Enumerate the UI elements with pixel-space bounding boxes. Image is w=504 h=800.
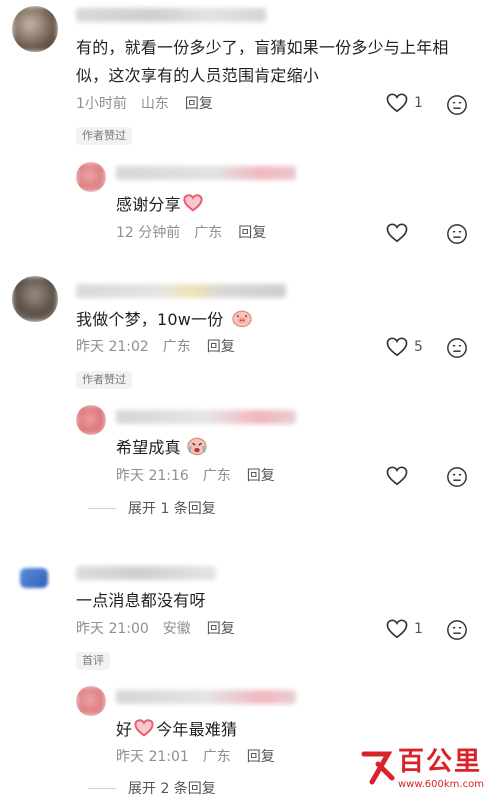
comment-location: 山东	[140, 96, 169, 112]
author-liked-badge: 作者赞过	[76, 371, 132, 389]
heart-outline-icon	[386, 337, 408, 357]
comment-meta: 昨天 21:02 广东 回复	[76, 339, 235, 355]
comment-meta: 1小时前 山东 回复	[76, 95, 227, 113]
avatar[interactable]	[12, 556, 56, 600]
brand-logo-icon	[361, 751, 395, 785]
reply-text: 感谢分享	[116, 191, 203, 219]
like-count: 1	[414, 95, 423, 111]
like-button[interactable]: 5	[386, 337, 423, 357]
comment-text: 我做个梦，10w一份	[76, 306, 253, 334]
heart-emoji-icon	[183, 194, 203, 212]
username-blurred[interactable]	[76, 284, 286, 298]
reply-button[interactable]: 回复	[247, 749, 275, 765]
heart-outline-icon	[386, 619, 408, 639]
reply-meta: 12 分钟前 广东 回复	[116, 225, 267, 241]
dislike-face-icon[interactable]	[446, 619, 468, 641]
expand-replies-button[interactable]: 展开 2 条回复	[88, 778, 216, 798]
reply-button[interactable]: 回复	[238, 225, 266, 241]
dislike-face-icon[interactable]	[446, 337, 468, 359]
comment-text: 有的，就看一份多少了，盲猜如果一份多少与上年相似，这次享有的人员范围肯定缩小	[76, 38, 449, 85]
brand-name: 百公里	[398, 747, 483, 777]
dislike-face-icon[interactable]	[446, 94, 468, 116]
like-button[interactable]: 1	[386, 93, 423, 113]
reply-username-blurred[interactable]	[116, 410, 296, 424]
reply-username-blurred[interactable]	[116, 166, 296, 180]
like-button[interactable]: 1	[386, 619, 423, 639]
comment-text: 一点消息都没有呀	[76, 591, 206, 610]
reply-avatar[interactable]	[76, 162, 106, 192]
reply-text: 希望成真	[116, 434, 208, 462]
dislike-face-icon[interactable]	[446, 223, 468, 245]
author-liked-badge: 作者赞过	[76, 127, 132, 145]
brand-url: www.600km.com	[398, 779, 484, 790]
reply-username-blurred[interactable]	[116, 690, 296, 704]
username-blurred[interactable]	[76, 8, 266, 22]
reply-button[interactable]: 回复	[207, 621, 235, 637]
like-count: 1	[414, 621, 423, 637]
heart-emoji-icon	[134, 719, 154, 737]
divider-line	[88, 787, 116, 789]
site-watermark: 百公里 www.600km.com	[358, 746, 498, 794]
heart-outline-icon	[386, 223, 408, 243]
reply-meta: 昨天 21:01 广东 回复	[116, 749, 275, 765]
pig-emoji-icon	[232, 310, 252, 328]
heart-outline-icon	[386, 466, 408, 486]
avatar[interactable]	[12, 6, 58, 52]
divider-line	[88, 507, 116, 509]
first-comment-badge: 首评	[76, 652, 110, 670]
reply-avatar[interactable]	[76, 686, 106, 716]
like-count: 5	[414, 339, 423, 355]
reply-button[interactable]: 回复	[247, 468, 275, 484]
reply-meta: 昨天 21:16 广东 回复	[116, 468, 275, 484]
like-button[interactable]	[386, 466, 408, 486]
reply-button[interactable]: 回复	[185, 96, 213, 112]
like-button[interactable]	[386, 223, 408, 243]
heart-outline-icon	[386, 93, 408, 113]
reply-button[interactable]: 回复	[207, 339, 235, 355]
reply-avatar[interactable]	[76, 405, 106, 435]
dislike-face-icon[interactable]	[446, 466, 468, 488]
comment-time: 1小时前	[76, 96, 127, 112]
reply-text: 好今年最难猜	[116, 719, 238, 739]
username-blurred[interactable]	[76, 566, 216, 580]
avatar[interactable]	[12, 276, 58, 322]
crying-emoji-icon	[187, 437, 207, 456]
comment-meta: 昨天 21:00 安徽 回复	[76, 621, 235, 637]
expand-replies-button[interactable]: 展开 1 条回复	[88, 498, 216, 518]
